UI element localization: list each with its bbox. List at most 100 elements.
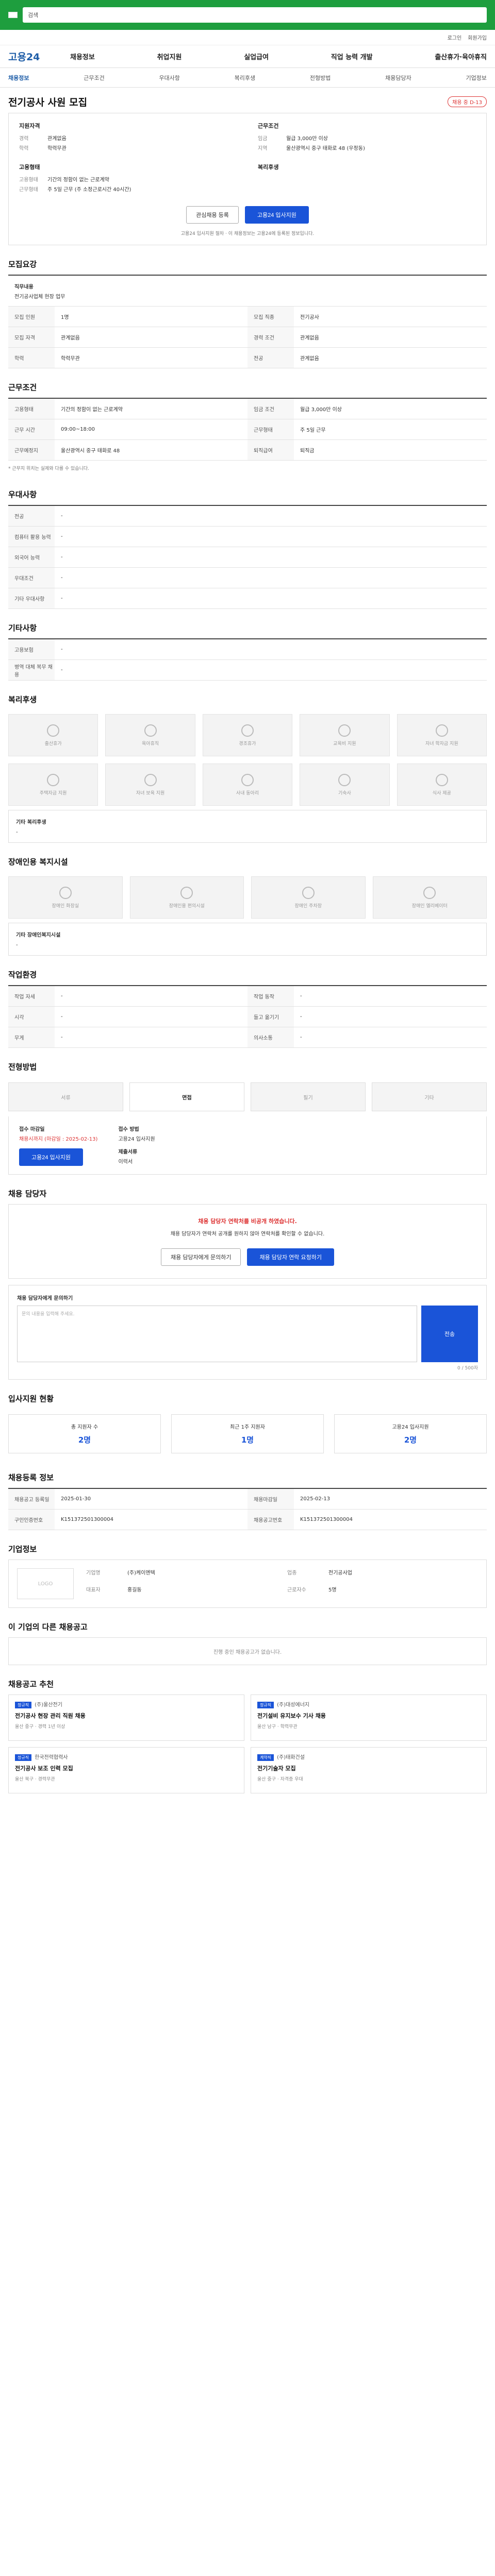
cell: 모집 자격 bbox=[8, 327, 55, 347]
site-logo[interactable]: 고용24 bbox=[8, 49, 70, 63]
cell: 근무 시간 bbox=[8, 419, 55, 439]
similar-job-card[interactable]: 정규직 (주)울산전기 전기공사 현장 관리 직원 채용 울산 중구 · 경력 1년 … bbox=[8, 1694, 244, 1741]
disabled-other: 기타 장애인복지시설 - bbox=[8, 923, 487, 956]
inquiry-button[interactable]: 채용 담당자에게 문의하기 bbox=[161, 1248, 241, 1266]
cell: 외국어 능력 bbox=[8, 547, 55, 567]
cell: K151372501300004 bbox=[300, 1517, 353, 1522]
job-title: 전기공사 사원 모집 bbox=[8, 97, 88, 108]
stats-row: 총 지원자 수 2명 최근 1주 지원자 1명 고용24 입사지원 2명 bbox=[8, 1409, 487, 1459]
tab-pref[interactable]: 우대사항 bbox=[159, 74, 179, 82]
summary-work-title: 근무조건 bbox=[258, 123, 279, 129]
apply-note: 고용24 입사지원 절차 · 이 채용정보는 고용24에 등록된 정보입니다. bbox=[180, 231, 315, 236]
method-interview: 면접 bbox=[129, 1082, 244, 1111]
deadline-label: 접수 마감일 bbox=[19, 1127, 45, 1132]
gnb-training[interactable]: 직업 능력 개발 bbox=[331, 52, 373, 61]
similar-title: 채용공고 추천 bbox=[8, 1680, 54, 1689]
cell: 09:00~18:00 bbox=[61, 427, 95, 432]
login-link[interactable]: 로그인 bbox=[448, 33, 462, 41]
summary-exp: 관계없음 bbox=[47, 136, 67, 142]
info-table: 채용공고 등록일 2025-01-30 채용마감일 2025-02-13 구인인증번호… bbox=[8, 1488, 487, 1530]
gnb-jobs[interactable]: 채용정보 bbox=[70, 52, 95, 61]
manager-warn: 채용 담당자 연락처를 비공개 하였습니다. bbox=[198, 1218, 297, 1225]
info-title: 채용등록 정보 bbox=[8, 1473, 54, 1482]
welfare-icon bbox=[47, 773, 60, 786]
apply-button[interactable]: 고용24 입사지원 bbox=[244, 206, 309, 224]
cell: 컴퓨터 활용 능력 bbox=[8, 527, 55, 547]
welfare-item: 자녀 학자금 지원 bbox=[397, 714, 487, 756]
gnb-benefit[interactable]: 실업급여 bbox=[244, 52, 269, 61]
similar-job-card[interactable]: 정규직 한국전력협력사 전기공사 보조 인력 모집 울산 북구 · 경력무관 bbox=[8, 1747, 244, 1793]
tab-method[interactable]: 전형방법 bbox=[310, 74, 331, 82]
facility-icon bbox=[423, 886, 436, 899]
cell: - bbox=[61, 534, 63, 539]
qa-textarea[interactable]: 문의 내용을 입력해 주세요. bbox=[17, 1306, 417, 1362]
search-input[interactable]: 검색 bbox=[23, 7, 487, 23]
gnb-support[interactable]: 취업지원 bbox=[157, 52, 182, 61]
cell: 학력무관 bbox=[61, 356, 80, 362]
qa-send-button[interactable]: 전송 bbox=[421, 1306, 478, 1362]
tab-company[interactable]: 기업정보 bbox=[466, 74, 486, 82]
cell: - bbox=[61, 596, 63, 601]
apply-method-value: 고용24 입사지원 bbox=[118, 1137, 155, 1142]
apply-button-2[interactable]: 고용24 입사지원 bbox=[19, 1148, 84, 1166]
tab-welfare[interactable]: 복리후생 bbox=[235, 74, 255, 82]
cell: 기간의 정함이 없는 근로계약 bbox=[61, 407, 123, 413]
disabled-item: 장애인용 편의시설 bbox=[129, 876, 244, 919]
cell: 고용형태 bbox=[8, 399, 55, 419]
summary-welfare-title: 복리후생 bbox=[258, 164, 279, 171]
cell: 기타 우대사항 bbox=[8, 588, 55, 608]
manager-title: 채용 담당자 bbox=[8, 1189, 47, 1198]
welfare-icon bbox=[435, 724, 448, 737]
qa-count: 0 / 500자 bbox=[457, 1366, 478, 1371]
welfare-item: 경조휴가 bbox=[202, 714, 293, 756]
interest-button[interactable]: 관심채용 등록 bbox=[186, 206, 239, 224]
deadline-value: 채용시까지 (마감일 : 2025-02-13) bbox=[19, 1137, 98, 1142]
welfare-icon bbox=[338, 724, 351, 737]
method-doc: 서류 bbox=[8, 1082, 123, 1111]
tab-manager[interactable]: 채용담당자 bbox=[385, 74, 411, 82]
welfare-grid: 출산휴가 육아휴직 경조휴가 교육비 지원 자녀 학자금 지원 주택자금 지원 … bbox=[8, 710, 487, 810]
welfare-icon bbox=[241, 773, 254, 786]
welfare-item: 자녀 보육 지원 bbox=[105, 764, 195, 806]
stats-title: 입사지원 현황 bbox=[8, 1394, 54, 1403]
method-title: 전형방법 bbox=[8, 1062, 37, 1072]
cell: 작업 자세 bbox=[8, 986, 55, 1006]
cell: 병역 대체 복무 채용 bbox=[8, 660, 55, 680]
signup-link[interactable]: 회원가입 bbox=[468, 33, 487, 41]
stat-card: 총 지원자 수 2명 bbox=[8, 1414, 161, 1453]
cell: K151372501300004 bbox=[61, 1517, 113, 1522]
similar-job-card[interactable]: 계약직 (주)태화건설 전기기술자 모집 울산 중구 · 자격증 우대 bbox=[251, 1747, 487, 1793]
method-etc: 기타 bbox=[372, 1082, 487, 1111]
cell: 채용공고번호 bbox=[248, 1510, 294, 1530]
doc-label: 제출서류 bbox=[118, 1149, 138, 1155]
gnb-leave[interactable]: 출산휴가·육아휴직 bbox=[435, 52, 487, 61]
cell: 들고 옮기기 bbox=[248, 1007, 294, 1027]
flag-icon bbox=[8, 12, 18, 18]
summary-hours: 주 5일 근무 (주 소정근로시간 40시간) bbox=[47, 187, 131, 193]
welfare-item: 식사 제공 bbox=[397, 764, 487, 806]
welfare-icon bbox=[241, 724, 254, 737]
facility-icon bbox=[59, 886, 72, 899]
contact-request-button[interactable]: 채용 담당자 연락 요청하기 bbox=[247, 1248, 334, 1266]
welfare-item: 기숙사 bbox=[300, 764, 390, 806]
status-badge: 채용 중 D-13 bbox=[448, 96, 487, 107]
company-name: (주)케이엔텍 bbox=[127, 1570, 155, 1576]
other-table: 고용보험 - 병역 대체 복무 채용 - bbox=[8, 638, 487, 681]
tab-work[interactable]: 근무조건 bbox=[84, 74, 104, 82]
cell: - bbox=[61, 647, 63, 652]
cell: 모집 인원 bbox=[8, 307, 55, 327]
welfare-other: 기타 복리후생 - bbox=[8, 810, 487, 843]
method-written: 필기 bbox=[251, 1082, 366, 1111]
disabled-item: 장애인 엘리베이터 bbox=[372, 876, 487, 919]
welfare-item: 교육비 지원 bbox=[300, 714, 390, 756]
cell: 시각 bbox=[8, 1007, 55, 1027]
disabled-title: 장애인용 복지시설 bbox=[8, 857, 68, 867]
cell: 임금 조건 bbox=[248, 399, 294, 419]
disabled-grid: 장애인 화장실 장애인용 편의시설 장애인 주차장 장애인 엘리베이터 bbox=[8, 872, 487, 923]
tab-recruit[interactable]: 채용정보 bbox=[8, 74, 29, 82]
summary-type-title: 고용형태 bbox=[19, 164, 40, 171]
welfare-icon bbox=[144, 724, 157, 737]
cell: 모집 직종 bbox=[248, 307, 294, 327]
similar-job-card[interactable]: 정규직 (주)대성에너지 전기설비 유지보수 기사 채용 울산 남구 · 학력무관 bbox=[251, 1694, 487, 1741]
cell: 우대조건 bbox=[8, 568, 55, 588]
